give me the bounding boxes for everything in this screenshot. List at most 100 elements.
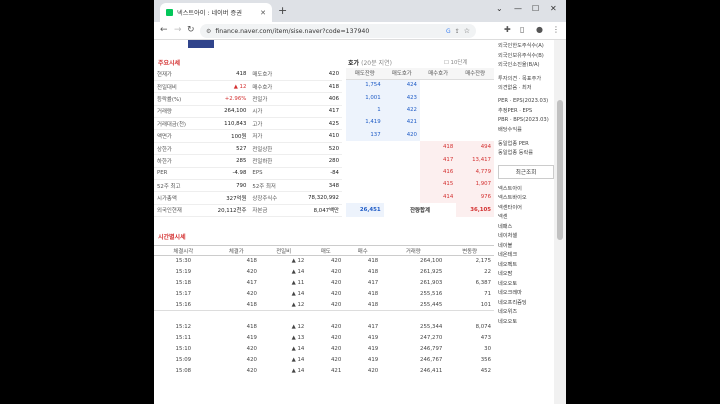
- hoga-bid-row: 416 4,779: [346, 165, 494, 179]
- stock-info-item[interactable]: 배당수익률: [498, 126, 554, 136]
- recent-stock-link[interactable]: 네이블: [498, 242, 554, 252]
- site-info-icon[interactable]: ⚙: [206, 28, 211, 35]
- price-label: 시가총액: [154, 191, 202, 205]
- recent-stock-link[interactable]: 넥스트바이오: [498, 194, 554, 204]
- recent-stock-link[interactable]: 네이처셀: [498, 232, 554, 242]
- recent-stock-link[interactable]: 네온테크: [498, 251, 554, 261]
- bid-qty: 4,779: [456, 165, 494, 179]
- address-bar[interactable]: ⚙ finance.naver.com/item/sise.naver?code…: [200, 24, 476, 38]
- trade-volume: 247,270: [420, 335, 443, 341]
- price-value: 425: [291, 117, 342, 131]
- recent-stock-link[interactable]: 넥센: [498, 213, 554, 223]
- price-label: 현재가: [154, 68, 202, 81]
- recent-stock-link[interactable]: 네오오토: [498, 280, 554, 290]
- empty-cell: [384, 178, 420, 190]
- chevron-down-icon[interactable]: ⌄: [496, 4, 503, 13]
- empty-cell: [456, 79, 494, 91]
- recent-views-title[interactable]: 최근조회: [498, 164, 554, 179]
- trades-title: 시간별시세: [158, 234, 186, 241]
- stock-info-item[interactable]: 의견없음 · 최저: [498, 84, 554, 94]
- header-tab-active[interactable]: [188, 40, 214, 48]
- bid-price: 414: [419, 190, 457, 203]
- close-tab-icon[interactable]: ✕: [260, 9, 266, 17]
- stock-info-item[interactable]: PBR · BPS(2023.03): [498, 117, 554, 127]
- stock-info-item[interactable]: 외국인보유주식수(B): [498, 52, 554, 62]
- scrollbar-thumb[interactable]: [557, 100, 563, 240]
- trade-volume: 255,344: [420, 324, 443, 330]
- trade-volume: 246,797: [420, 346, 443, 352]
- stock-info-item[interactable]: 외국인소진율(B/A): [498, 61, 554, 71]
- trade-delta: 6,387: [475, 280, 491, 286]
- minimize-icon[interactable]: —: [514, 4, 522, 13]
- trade-ask: 420: [330, 346, 342, 352]
- stock-info-item[interactable]: 추정PER · EPS: [498, 107, 554, 117]
- profile-avatar-icon[interactable]: ●: [536, 25, 543, 34]
- stock-info-item[interactable]: PER · EPS(2023.03): [498, 98, 554, 108]
- trade-volume: 261,903: [420, 280, 443, 286]
- recent-stock-link[interactable]: 네오오토: [498, 318, 554, 328]
- price-label: 전일가: [249, 92, 292, 106]
- empty-cell: [384, 166, 420, 178]
- close-window-icon[interactable]: ✕: [550, 4, 557, 13]
- price-value: 327억원: [201, 191, 250, 205]
- recent-stock-link[interactable]: 네오위즈: [498, 308, 554, 318]
- recent-stock-link[interactable]: 네패스: [498, 223, 554, 233]
- browser-tab[interactable]: 넥스트아이 : 네이버 증권 ✕: [160, 3, 272, 22]
- stock-info-item[interactable]: 외국인한도주식수(A): [498, 42, 554, 52]
- recent-stock-link[interactable]: 네오프리즘딩: [498, 299, 554, 309]
- market-price-row: 거래대금(천) 110,843 고가 425: [154, 117, 342, 131]
- trade-delta: 101: [480, 301, 491, 308]
- maximize-icon[interactable]: ☐: [532, 4, 539, 13]
- new-tab-icon[interactable]: +: [278, 4, 287, 17]
- empty-cell: [420, 129, 456, 141]
- bid-price: 416: [419, 165, 457, 179]
- price-value: 417: [291, 105, 342, 119]
- ask-qty: 137: [346, 128, 384, 141]
- ask-price: 424: [383, 79, 420, 92]
- price-value: -4.98: [201, 167, 250, 181]
- price-label: 고가: [249, 117, 292, 131]
- market-price-title: 주요시세: [158, 60, 181, 67]
- empty-cell: [420, 116, 456, 128]
- scrollbar[interactable]: [554, 40, 566, 404]
- stock-info-item[interactable]: 동일업종 등락률: [498, 149, 554, 159]
- trade-change: ▲ 12: [291, 324, 305, 330]
- ask-total: 26,451: [346, 202, 384, 217]
- trade-row: 15:19 420 ▲ 14 420 418 261,925 22: [154, 267, 494, 278]
- empty-cell: [384, 141, 420, 153]
- market-price-row: 현재가 418 매도호가 420: [154, 68, 342, 81]
- recent-stock-link[interactable]: 넥스트아이: [498, 185, 554, 195]
- empty-cell: [420, 79, 456, 91]
- price-value: 790: [201, 179, 250, 193]
- market-price-row: 상한가 527 전일상한 520: [154, 142, 342, 156]
- recent-stock-link[interactable]: 네오크레마: [498, 289, 554, 299]
- price-value: 418: [201, 68, 250, 81]
- price-value: 410: [291, 129, 342, 143]
- menu-kebab-icon[interactable]: ⋮: [552, 25, 560, 34]
- reload-icon[interactable]: ↻: [187, 25, 195, 35]
- stock-info-item[interactable]: 투자의견 · 목표주가: [498, 75, 554, 85]
- extensions-icon[interactable]: ✚: [504, 25, 511, 34]
- hoga-units[interactable]: ☐ 10단계: [444, 58, 467, 66]
- google-icon[interactable]: G: [446, 28, 451, 35]
- recent-stock-link[interactable]: 네오팜: [498, 270, 554, 280]
- trade-delta: 22: [484, 269, 491, 275]
- ask-qty: 1,754: [346, 79, 384, 92]
- recent-stock-link[interactable]: 넥센타이어: [498, 204, 554, 214]
- share-icon[interactable]: ⇪: [455, 28, 460, 35]
- hoga-total-row: 26,451 잔량합계 36,105: [346, 202, 494, 217]
- market-price-row: 외국인현재 20,112천주 자본금 8,047백만: [154, 204, 342, 218]
- trade-price: 420: [246, 357, 257, 363]
- naver-favicon-icon: [166, 9, 173, 16]
- trade-price: 420: [246, 346, 257, 352]
- trade-ask: 420: [330, 291, 342, 297]
- hoga-header: 매도잔량: [346, 68, 384, 80]
- back-icon[interactable]: ←: [160, 25, 168, 35]
- trades-header: 거래량: [381, 245, 446, 256]
- stock-info-item[interactable]: 동일업종 PER: [498, 140, 554, 150]
- forward-icon[interactable]: →: [174, 25, 182, 35]
- trade-price: 417: [246, 280, 257, 286]
- sidepanel-icon[interactable]: ▯: [520, 25, 524, 34]
- recent-stock-link[interactable]: 네오펙트: [498, 261, 554, 271]
- bookmark-star-icon[interactable]: ☆: [464, 27, 470, 35]
